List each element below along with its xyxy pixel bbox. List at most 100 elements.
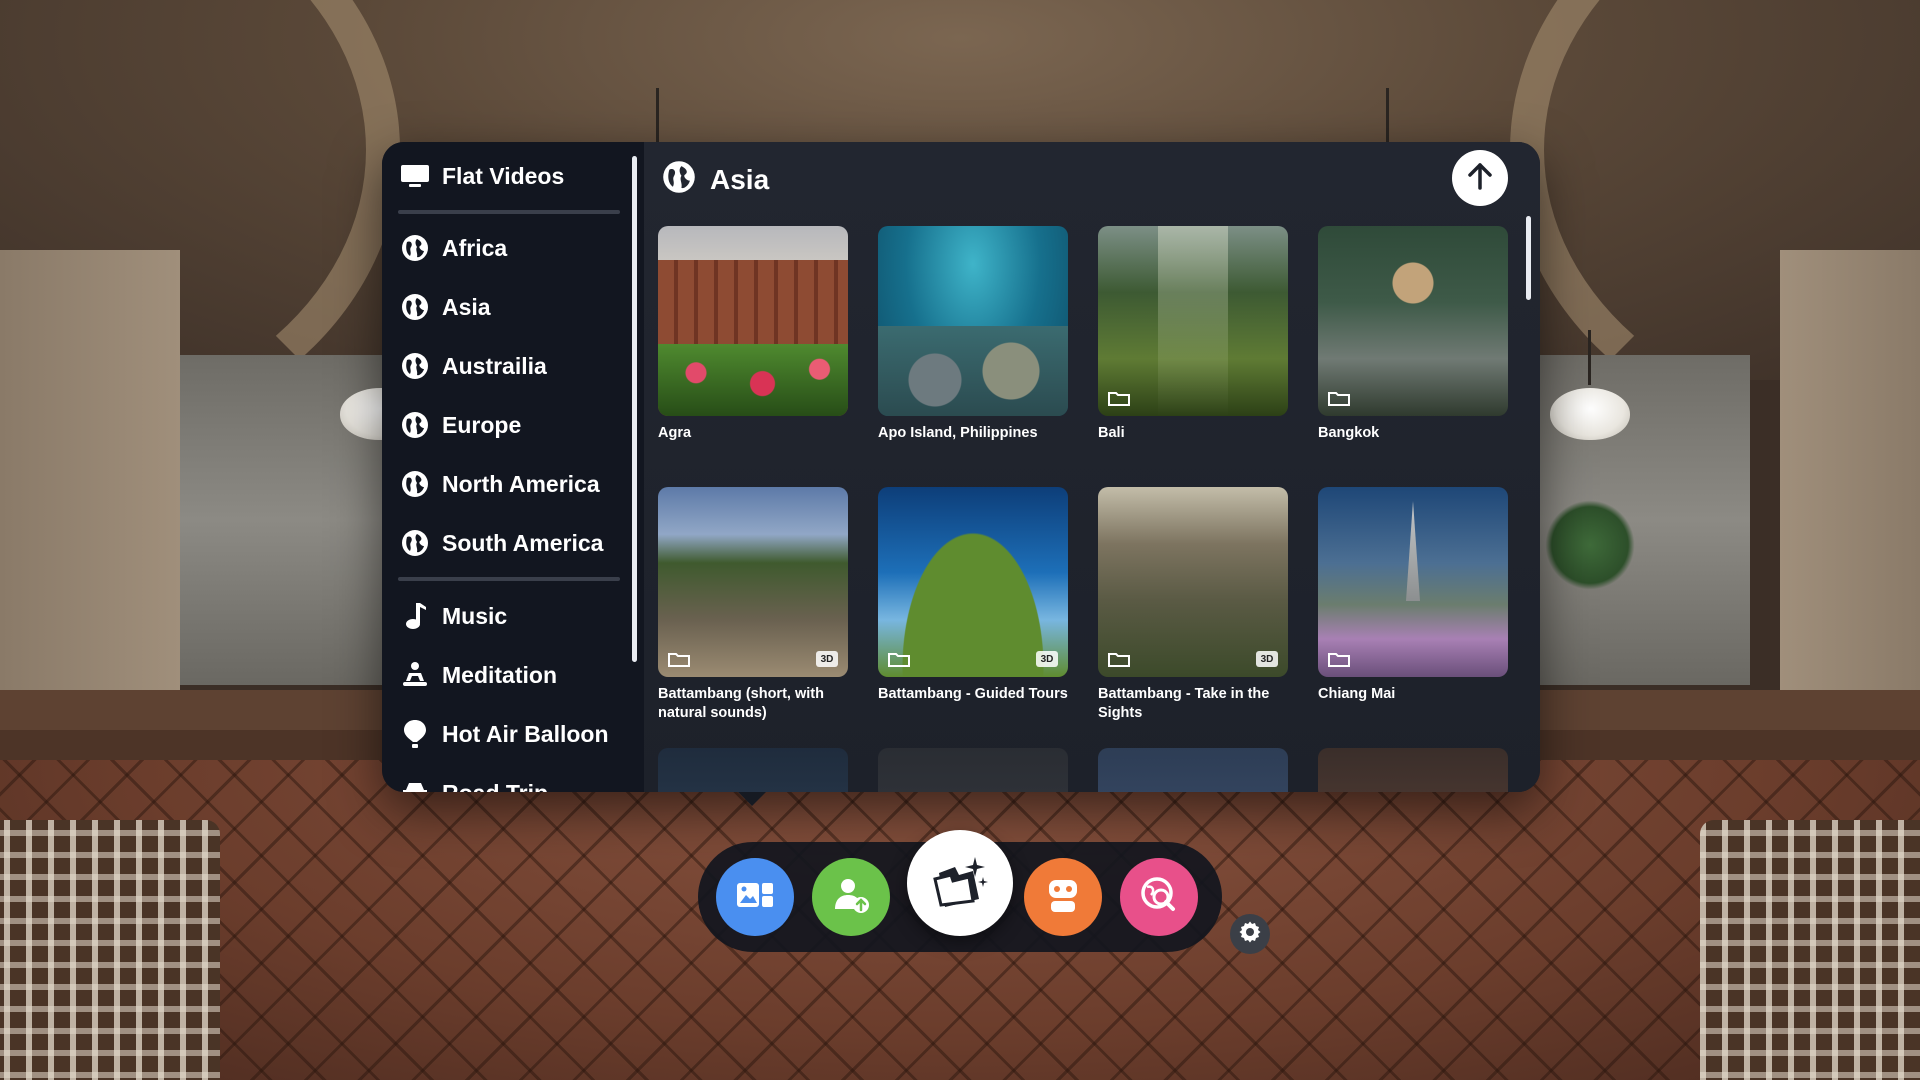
video-tile[interactable]: 3D Battambang (short, with natural sound…: [658, 487, 848, 723]
monitor-icon: [400, 161, 430, 191]
video-tile[interactable]: Apo Island, Philippines: [878, 226, 1068, 443]
video-thumbnail: [1098, 226, 1288, 416]
video-thumbnail: 3D: [878, 487, 1068, 677]
music-note-icon: [400, 601, 430, 631]
lamp-cord: [1588, 330, 1591, 385]
car-icon: [400, 778, 430, 792]
meditation-icon: [400, 660, 430, 690]
dock-button-immersive[interactable]: [907, 830, 1013, 936]
globe-icon: [400, 351, 430, 381]
sidebar-item-asia[interactable]: Asia: [400, 283, 622, 331]
video-tile[interactable]: [1098, 748, 1288, 792]
sidebar-item-austrailia[interactable]: Austrailia: [400, 342, 622, 390]
sidebar-header-label: Flat Videos: [442, 162, 565, 189]
globe-icon: [400, 410, 430, 440]
3d-badge: 3D: [1036, 651, 1058, 667]
video-title: Chiang Mai: [1318, 686, 1396, 702]
sidebar-item-meditation[interactable]: Meditation: [400, 651, 622, 699]
sidebar-item-label: Hot Air Balloon: [442, 720, 609, 747]
plant: [1545, 500, 1635, 590]
sidebar: Flat Videos Africa Asia Austrailia Europ…: [382, 142, 644, 792]
folder-icon: [668, 392, 690, 406]
video-title: Agra: [658, 425, 692, 441]
folder-icon: [1108, 653, 1130, 667]
sidebar-item-label: Europe: [442, 411, 522, 438]
video-thumbnail: [658, 226, 848, 416]
dock-button-companion[interactable]: [1024, 858, 1102, 936]
3d-badge: 3D: [1256, 651, 1278, 667]
dock-button-search[interactable]: [1120, 858, 1198, 936]
video-title: Bali: [1098, 425, 1125, 441]
3d-badge: 3D: [816, 651, 838, 667]
pendant-lamp-right: [1550, 388, 1630, 440]
video-thumbnail: 3D: [658, 487, 848, 677]
video-thumbnail: [1098, 748, 1288, 792]
video-title: Bangkok: [1318, 425, 1380, 441]
video-tile[interactable]: 3D Battambang - Guided Tours: [878, 487, 1068, 704]
globe-icon: [400, 292, 430, 322]
sidebar-item-music[interactable]: Music: [400, 592, 622, 640]
video-title: Battambang - Guided Tours: [878, 686, 1068, 702]
lounge-chair-right: [1700, 820, 1920, 1080]
sidebar-item-africa[interactable]: Africa: [400, 224, 622, 272]
video-tile[interactable]: [1318, 748, 1508, 792]
sidebar-item-road-trip[interactable]: Road Trip: [400, 769, 622, 792]
folder-icon: [1328, 653, 1350, 667]
gallery-icon: [735, 879, 775, 916]
sidebar-item-hot-air-balloon[interactable]: Hot Air Balloon: [400, 710, 622, 758]
content-header: Asia: [662, 160, 769, 200]
gear-icon: [1238, 920, 1262, 949]
globe-icon: [662, 160, 696, 201]
user-upload-icon: [831, 875, 871, 920]
sidebar-item-label: Meditation: [442, 661, 557, 688]
settings-button[interactable]: [1230, 914, 1270, 954]
sidebar-item-label: North America: [442, 470, 600, 497]
content-area: Asia Agra Apo Island, Philippines Bali B…: [644, 142, 1540, 792]
sidebar-header-flat-videos[interactable]: Flat Videos: [400, 152, 622, 200]
video-tile[interactable]: Agra: [658, 226, 848, 443]
folder-icon: [668, 653, 690, 667]
lounge-chair-left: [0, 820, 220, 1080]
video-thumbnail: [878, 226, 1068, 416]
folder-icon: [888, 392, 910, 406]
lamp-cord: [656, 88, 659, 143]
sidebar-scrollbar[interactable]: [632, 156, 637, 662]
robot-icon: [1043, 875, 1083, 920]
sidebar-item-label: Asia: [442, 293, 491, 320]
app-dock: [698, 830, 1222, 952]
sidebar-item-label: Austrailia: [442, 352, 547, 379]
lamp-cord: [1386, 88, 1389, 143]
sidebar-item-south-america[interactable]: South America: [400, 519, 622, 567]
sidebar-divider: [398, 210, 620, 214]
sidebar-item-label: Road Trip: [442, 780, 548, 793]
sidebar-item-north-america[interactable]: North America: [400, 460, 622, 508]
sidebar-item-label: Music: [442, 602, 508, 629]
folder-icon: [1108, 392, 1130, 406]
balloon-icon: [400, 719, 430, 749]
search-globe-icon: [1137, 873, 1181, 922]
video-thumbnail: 3D: [1098, 487, 1288, 677]
video-tile[interactable]: Bangkok: [1318, 226, 1508, 443]
content-scrollbar[interactable]: [1526, 216, 1531, 300]
video-tile[interactable]: [878, 748, 1068, 792]
sparkle-folder-icon: [929, 853, 991, 914]
video-tile[interactable]: [658, 748, 848, 792]
scroll-up-button[interactable]: [1452, 150, 1508, 206]
video-title: Apo Island, Philippines: [878, 425, 1038, 441]
globe-icon: [400, 528, 430, 558]
sidebar-item-europe[interactable]: Europe: [400, 401, 622, 449]
video-tile[interactable]: Bali: [1098, 226, 1288, 443]
dock-button-user-upload[interactable]: [812, 858, 890, 936]
video-title: Battambang - Take in the Sights: [1098, 686, 1270, 721]
globe-icon: [400, 469, 430, 499]
video-thumbnail: [1318, 487, 1508, 677]
globe-icon: [400, 233, 430, 263]
panel-pointer: [738, 792, 766, 806]
dock-button-gallery[interactable]: [716, 858, 794, 936]
video-thumbnail: [658, 748, 848, 792]
video-tile[interactable]: 3D Battambang - Take in the Sights: [1098, 487, 1288, 723]
folder-icon: [888, 653, 910, 667]
video-tile[interactable]: Chiang Mai: [1318, 487, 1508, 704]
page-title: Asia: [710, 164, 770, 195]
video-title: Battambang (short, with natural sounds): [658, 686, 824, 721]
